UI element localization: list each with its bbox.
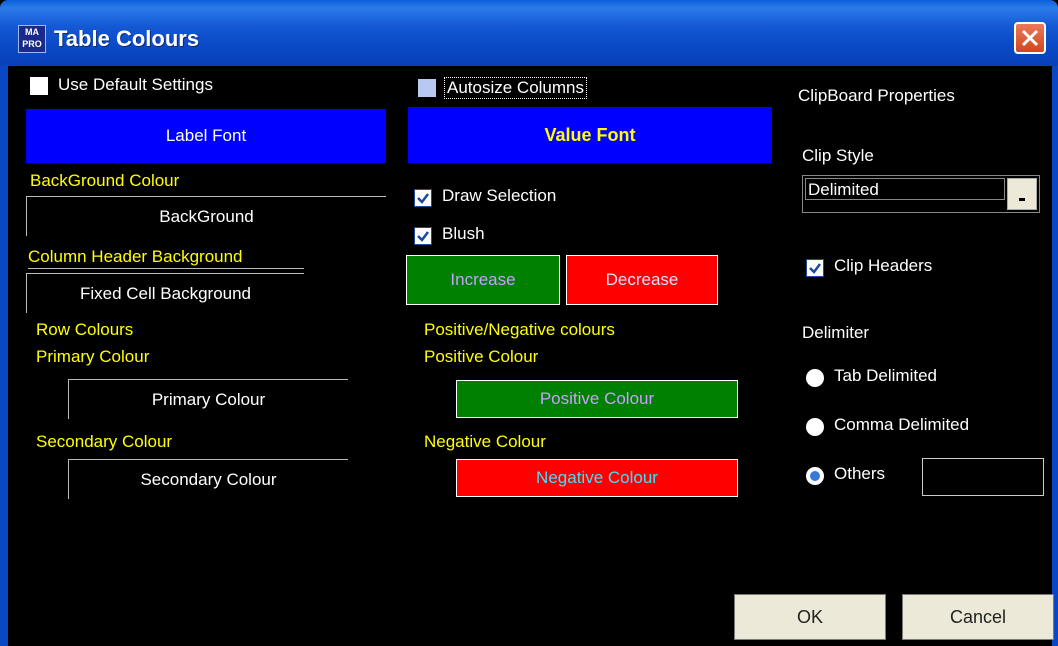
close-icon [1021,29,1039,47]
draw-selection-checkbox[interactable] [414,189,432,207]
title-bar[interactable]: MA PRO Table Colours [0,0,1058,66]
window-title: Table Colours [54,26,200,51]
delimiter-label: Delimiter [802,323,870,342]
value-font-label: Value Font [544,125,636,145]
background-colour-label: BackGround Colour [30,171,180,190]
checkmark-icon [417,193,429,204]
chevron-down-icon [1019,198,1025,201]
checkmark-icon [809,263,821,274]
use-default-settings-label: Use Default Settings [58,75,213,94]
blush-label: Blush [442,224,485,243]
window-frame-right [1052,66,1058,646]
autosize-columns-label: Autosize Columns [444,77,588,99]
tab-delimited-label: Tab Delimited [834,366,937,385]
clip-headers-label: Clip Headers [834,256,933,275]
positive-colour-button[interactable]: Positive Colour [456,380,738,418]
ok-button[interactable]: OK [734,594,886,640]
clip-headers-checkbox[interactable] [806,259,824,277]
others-delimiter-input[interactable] [922,458,1044,496]
label-font-button[interactable]: Label Font [26,109,386,163]
blush-checkbox[interactable] [414,227,432,245]
clipboard-properties-label: ClipBoard Properties [798,86,955,105]
clip-style-value: Delimited [805,178,1005,200]
decrease-label: Decrease [605,270,679,289]
secondary-colour-label: Secondary Colour [36,432,173,451]
primary-colour-label: Primary Colour [36,347,150,366]
use-default-settings-checkbox[interactable] [30,77,48,95]
fixed-cell-background-field[interactable]: Fixed Cell Background [26,273,304,313]
cancel-label: Cancel [949,607,1007,627]
negative-colour-value: Negative Colour [536,468,658,487]
primary-colour-field[interactable]: Primary Colour [68,379,348,419]
table-colours-dialog: MA PRO Table Colours Use Default Setting… [0,0,1058,646]
clip-style-select[interactable]: Delimited [802,175,1040,213]
negative-colour-label: Negative Colour [424,432,546,451]
label-font-label: Label Font [165,126,247,145]
cancel-button[interactable]: Cancel [902,594,1054,640]
fixed-cell-value: Fixed Cell Background [79,284,252,303]
ok-label: OK [796,607,823,627]
comma-delimited-label: Comma Delimited [834,415,970,434]
comma-delimited-radio[interactable] [806,418,824,436]
tab-delimited-radio[interactable] [806,369,824,387]
decrease-button[interactable]: Decrease [566,255,718,305]
primary-colour-value: Primary Colour [151,390,266,409]
others-radio[interactable] [806,467,824,485]
background-colour-field[interactable]: BackGround [26,196,386,236]
dropdown-arrow-button[interactable] [1007,178,1037,210]
positive-negative-colours-label: Positive/Negative colours [424,320,615,339]
app-icon: MA PRO [18,25,46,53]
draw-selection-label: Draw Selection [442,186,557,205]
negative-colour-button[interactable]: Negative Colour [456,459,738,497]
checkmark-icon [417,231,429,242]
row-colours-label: Row Colours [36,320,134,339]
secondary-colour-field[interactable]: Secondary Colour [68,459,348,499]
increase-button[interactable]: Increase [406,255,560,305]
others-label: Others [834,464,886,483]
autosize-columns-checkbox[interactable] [418,79,436,97]
value-font-button[interactable]: Value Font [408,107,772,163]
background-value: BackGround [159,207,254,226]
column-header-background-label: Column Header Background [28,247,243,266]
column-header-underline [28,268,304,269]
positive-colour-value: Positive Colour [539,389,655,408]
close-button[interactable] [1014,22,1046,54]
window-frame-left [0,66,8,646]
increase-label: Increase [450,270,516,289]
positive-colour-label: Positive Colour [424,347,539,366]
clip-style-label: Clip Style [802,146,874,165]
secondary-colour-value: Secondary Colour [140,470,277,489]
